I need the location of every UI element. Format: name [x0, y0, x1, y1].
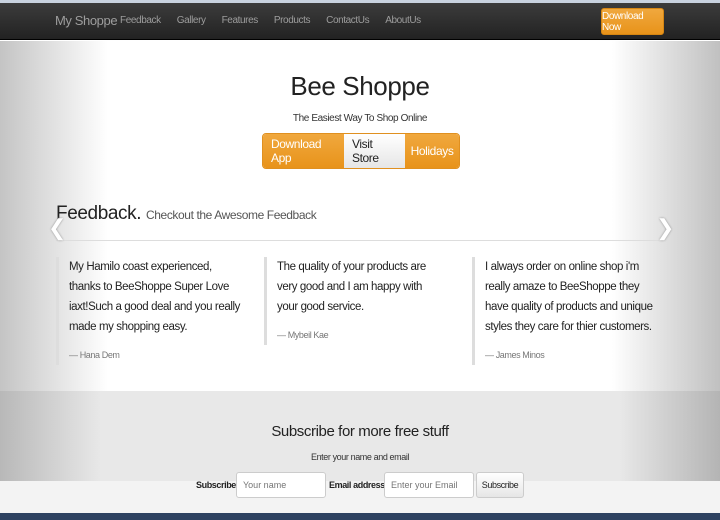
nav-links: Feedback Gallery Features Products Conta…	[120, 15, 421, 26]
feedback-title: Feedback.	[56, 203, 142, 224]
feedback-subtitle: Checkout the Awesome Feedback	[146, 208, 317, 222]
nav-feedback[interactable]: Feedback	[120, 15, 161, 26]
quote-author: — Mybeil Kae	[277, 330, 329, 340]
name-input[interactable]	[236, 472, 326, 498]
page-title: Bee Shoppe	[290, 71, 430, 101]
holidays-button[interactable]: Holidays	[405, 134, 459, 168]
quote-text: My Hamilo coast experienced, thanks to B…	[69, 261, 241, 333]
quote-text: I always order on online shop i'm really…	[485, 261, 653, 333]
feedback-quote: My Hamilo coast experienced, thanks to B…	[56, 257, 246, 365]
quote-author: — Hana Dem	[69, 350, 120, 360]
name-label: Subscribe	[196, 480, 236, 490]
nav-contactus[interactable]: ContactUs	[326, 15, 369, 26]
email-input[interactable]	[384, 472, 474, 498]
download-app-button[interactable]: Download App	[263, 134, 344, 168]
tagline: The Easiest Way To Shop Online	[292, 113, 428, 124]
divider	[56, 240, 660, 241]
nav-products[interactable]: Products	[274, 15, 311, 26]
feedback-heading: Feedback. Checkout the Awesome Feedback	[56, 203, 317, 225]
subscribe-description: Enter your name and email	[310, 452, 410, 462]
feedback-quote: The quality of your products are very go…	[264, 257, 444, 345]
feedback-quote: I always order on online shop i'm really…	[472, 257, 657, 365]
visit-store-button[interactable]: Visit Store	[344, 134, 405, 168]
nav-gallery[interactable]: Gallery	[177, 15, 206, 26]
brand-link[interactable]: My Shoppe	[55, 13, 118, 28]
chevron-left-icon[interactable]: ❮	[48, 215, 66, 241]
taskbar-strip	[0, 513, 720, 520]
chevron-right-icon[interactable]: ❯	[656, 215, 674, 241]
subscribe-button[interactable]: Subscribe	[476, 472, 524, 498]
navbar: My Shoppe Feedback Gallery Features Prod…	[0, 3, 720, 40]
email-label: Email address	[329, 480, 385, 490]
quote-text: The quality of your products are very go…	[277, 261, 426, 313]
hero-section: Bee Shoppe The Easiest Way To Shop Onlin…	[0, 41, 720, 391]
subscribe-title: Subscribe for more free stuff	[271, 423, 449, 440]
download-now-button[interactable]: Download Now	[601, 8, 664, 35]
quote-author: — James Minos	[485, 350, 545, 360]
nav-features[interactable]: Features	[222, 15, 259, 26]
nav-aboutus[interactable]: AboutUs	[385, 15, 421, 26]
hero-button-group: Download App Visit Store Holidays	[262, 133, 460, 169]
